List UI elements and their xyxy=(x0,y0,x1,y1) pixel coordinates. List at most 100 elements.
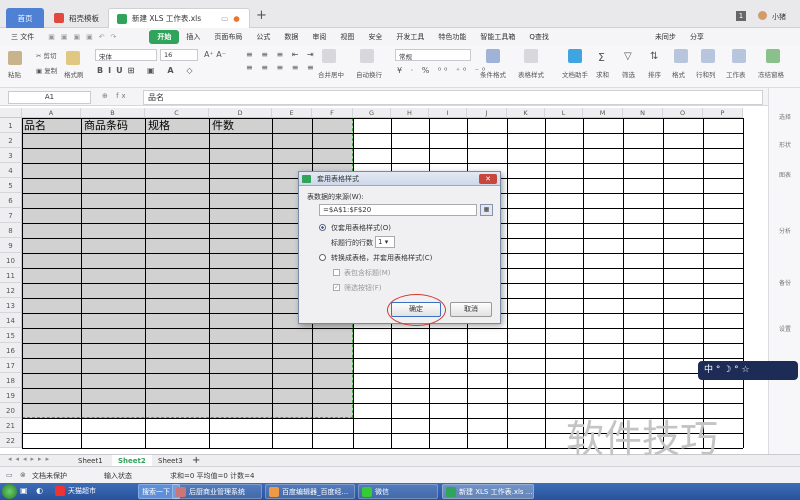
cell-c1[interactable]: 规格 xyxy=(146,118,209,133)
column-header-c[interactable]: C xyxy=(145,108,209,118)
source-range-input[interactable]: =$A$1:$F$20 xyxy=(319,204,477,216)
table-style-icon[interactable] xyxy=(524,49,538,63)
column-header-g[interactable]: G xyxy=(353,108,391,118)
worksheet-icon[interactable] xyxy=(732,49,746,63)
menu-smart-tools[interactable]: 智能工具箱 xyxy=(473,32,522,42)
pinned-apps-icons[interactable]: ▣ ◐ xyxy=(20,486,46,495)
cell-d1[interactable]: 件数 xyxy=(210,118,273,133)
row-header-4[interactable]: 4 xyxy=(0,163,22,178)
column-header-h[interactable]: H xyxy=(391,108,429,118)
start-button[interactable] xyxy=(2,484,17,499)
row-header-5[interactable]: 5 xyxy=(0,178,22,193)
number-format-select[interactable]: 常规 xyxy=(395,49,471,61)
conditional-format-label[interactable]: 条件格式 xyxy=(480,69,506,79)
row-header-3[interactable]: 3 xyxy=(0,148,22,163)
number-format-icons[interactable]: ¥ · % ⁰⁰ ⁺⁰ ⁻⁰ xyxy=(397,66,488,75)
row-header-13[interactable]: 13 xyxy=(0,298,22,313)
column-header-j[interactable]: J xyxy=(467,108,507,118)
panel-analysis[interactable]: 分析 xyxy=(769,226,800,235)
doc-protect-status[interactable]: 文档未保护 xyxy=(32,471,67,481)
name-box[interactable]: A1 xyxy=(8,91,91,104)
radio-convert-table[interactable] xyxy=(319,254,326,261)
conditional-format-icon[interactable] xyxy=(486,49,500,63)
font-grow-icon[interactable]: A⁺ A⁻ xyxy=(204,50,226,59)
range-picker-icon[interactable]: ▦ xyxy=(480,204,493,216)
row-header-12[interactable]: 12 xyxy=(0,283,22,298)
tab-docer-templates[interactable]: 稻壳模板 xyxy=(46,8,108,28)
tab-comment-icon[interactable]: ▭ xyxy=(221,14,228,23)
format-label[interactable]: 格式 xyxy=(672,69,685,79)
font-name-select[interactable]: 宋体 xyxy=(95,49,157,61)
checkbox-has-headers[interactable] xyxy=(333,269,340,276)
table-style-label[interactable]: 表格样式 xyxy=(518,69,544,79)
panel-backup[interactable]: 备份 xyxy=(769,278,800,287)
fx-icon[interactable]: fx xyxy=(116,92,129,100)
doc-helper-icon[interactable] xyxy=(568,49,582,63)
column-header-l[interactable]: L xyxy=(545,108,583,118)
merge-center-label[interactable]: 合并居中 xyxy=(318,69,344,79)
column-header-o[interactable]: O xyxy=(663,108,703,118)
column-header-a[interactable]: A xyxy=(22,108,81,118)
taskbar-baidu-editor[interactable]: 百度编辑器_百度经... xyxy=(265,484,355,499)
notification-badge[interactable]: 1 xyxy=(736,11,746,21)
panel-chart[interactable]: 图表 xyxy=(769,170,800,179)
column-header-i[interactable]: I xyxy=(429,108,467,118)
filter-label[interactable]: 筛选 xyxy=(622,69,635,79)
sum-icon[interactable]: Σ xyxy=(598,51,605,64)
tab-home[interactable]: 首页 xyxy=(6,8,44,28)
row-header-21[interactable]: 21 xyxy=(0,418,22,433)
panel-select[interactable]: 选择 xyxy=(769,112,800,121)
cell-a1[interactable]: 品名 xyxy=(22,118,81,133)
user-name[interactable]: 小猪 xyxy=(772,12,786,22)
sync-status[interactable]: 未同步 xyxy=(648,32,683,42)
cell-b1[interactable]: 商品条码 xyxy=(82,118,145,133)
row-header-20[interactable]: 20 xyxy=(0,403,22,418)
formula-input[interactable]: 品名 xyxy=(143,90,763,105)
sum-label[interactable]: 求和 xyxy=(596,69,609,79)
new-tab-button[interactable]: + xyxy=(256,8,267,23)
header-rows-select[interactable]: 1 ▾ xyxy=(375,236,395,248)
panel-shapes[interactable]: 形状 xyxy=(769,140,800,149)
wrap-text-icon[interactable] xyxy=(360,49,374,63)
ime-toolbar[interactable]: 中 ° ☽ ° ☆ xyxy=(698,361,798,380)
radio-style-only[interactable] xyxy=(319,224,326,231)
checkbox-filter-buttons[interactable]: ✓ xyxy=(333,284,340,291)
menu-view[interactable]: 视图 xyxy=(333,32,361,42)
column-header-f[interactable]: F xyxy=(312,108,353,118)
column-header-p[interactable]: P xyxy=(703,108,743,118)
select-all-corner[interactable] xyxy=(0,108,22,118)
font-style-icons[interactable]: BIU⊞ ▣ A ◇ xyxy=(97,66,198,75)
row-header-15[interactable]: 15 xyxy=(0,328,22,343)
tab-workbook[interactable]: 新建 XLS 工作表.xls ▭ ● xyxy=(108,8,250,28)
taskbar-wps[interactable]: 新建 XLS 工作表.xls ... xyxy=(442,484,534,499)
column-header-k[interactable]: K xyxy=(507,108,545,118)
column-header-e[interactable]: E xyxy=(272,108,312,118)
avatar[interactable] xyxy=(758,11,767,20)
row-col-label[interactable]: 行和列 xyxy=(696,69,716,79)
taskbar-kitchen-system[interactable]: 后厨商业管理系统 xyxy=(172,484,262,499)
row-header-7[interactable]: 7 xyxy=(0,208,22,223)
row-header-10[interactable]: 10 xyxy=(0,253,22,268)
font-size-select[interactable]: 16 xyxy=(160,49,198,61)
sort-label[interactable]: 排序 xyxy=(648,69,661,79)
column-header-b[interactable]: B xyxy=(81,108,145,118)
row-header-19[interactable]: 19 xyxy=(0,388,22,403)
sheet-nav-arrows-icon[interactable]: ◂◂◂▸▸▸ xyxy=(8,455,53,463)
quick-access-icons[interactable]: ▣▣▣▣↶↷ xyxy=(41,33,129,41)
menu-security[interactable]: 安全 xyxy=(361,32,389,42)
menu-data[interactable]: 数据 xyxy=(277,32,305,42)
doc-helper-label[interactable]: 文档助手 xyxy=(562,69,588,79)
filter-icon[interactable]: ▽ xyxy=(624,51,632,62)
share-button[interactable]: 分享 xyxy=(683,32,711,42)
freeze-panes-label[interactable]: 冻结窗格 xyxy=(758,69,784,79)
menu-search[interactable]: Q查找 xyxy=(522,32,556,42)
worksheet-label[interactable]: 工作表 xyxy=(726,69,746,79)
column-header-d[interactable]: D xyxy=(209,108,272,118)
format-painter-label[interactable]: 格式刷 xyxy=(64,69,84,79)
menu-review[interactable]: 审阅 xyxy=(305,32,333,42)
menu-formulas[interactable]: 公式 xyxy=(249,32,277,42)
column-header-m[interactable]: M xyxy=(583,108,623,118)
column-header-n[interactable]: N xyxy=(623,108,663,118)
row-header-6[interactable]: 6 xyxy=(0,193,22,208)
menu-features[interactable]: 特色功能 xyxy=(431,32,473,42)
